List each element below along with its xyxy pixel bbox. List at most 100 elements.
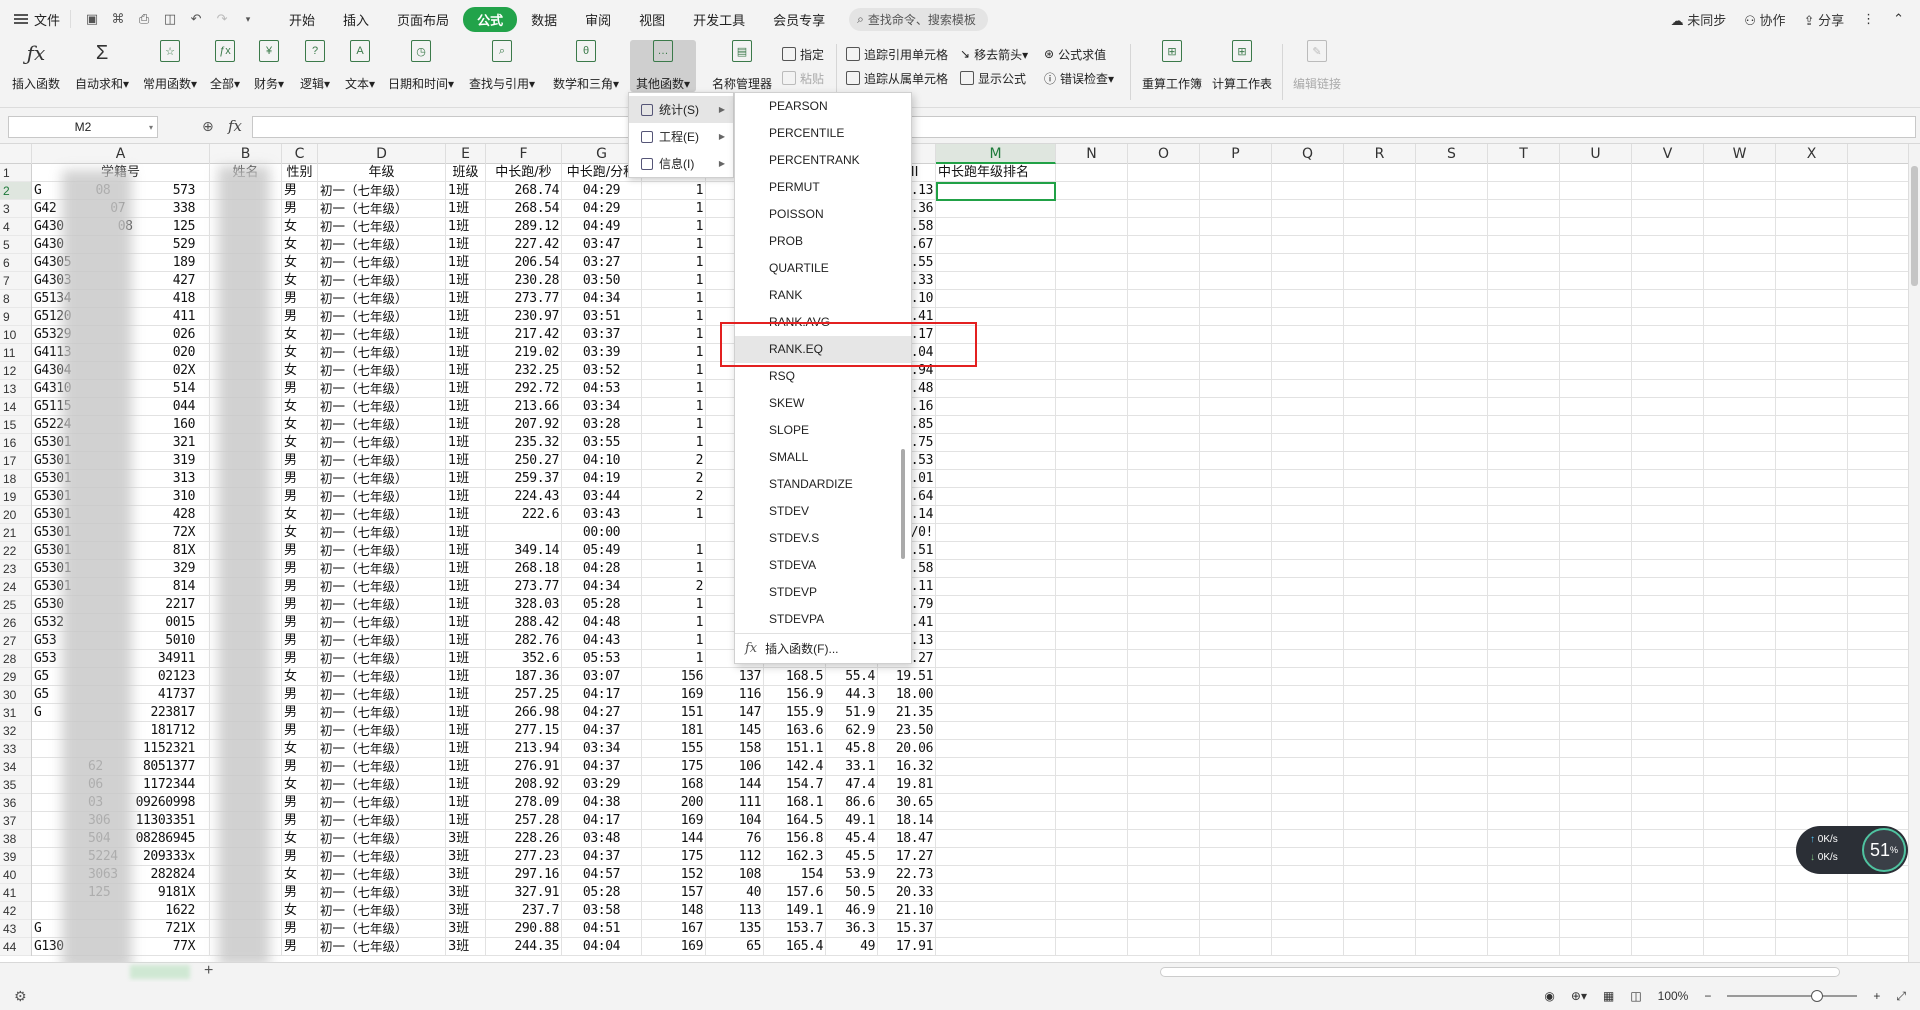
tab-7[interactable]: 开发工具 — [679, 7, 759, 32]
tab-3[interactable]: 公式 — [463, 6, 518, 32]
function-item-stdev-s[interactable]: STDEV.S — [735, 525, 911, 552]
cell-V5[interactable] — [1632, 236, 1704, 254]
cell-W37[interactable] — [1704, 812, 1776, 830]
cell-J33[interactable]: 151.1 — [764, 740, 826, 758]
cell-D19[interactable]: 初一（七年级） — [318, 488, 446, 506]
cell-W26[interactable] — [1704, 614, 1776, 632]
cell-O30[interactable] — [1128, 686, 1200, 704]
cell-N10[interactable] — [1056, 326, 1128, 344]
center-icon[interactable]: ⊕▾ — [1571, 989, 1587, 1003]
cell-C21[interactable]: 女 — [282, 524, 318, 542]
cell-X34[interactable] — [1776, 758, 1848, 776]
cell-O4[interactable] — [1128, 218, 1200, 236]
cell-V9[interactable] — [1632, 308, 1704, 326]
cell-M7[interactable] — [936, 272, 1056, 290]
cell-Q8[interactable] — [1272, 290, 1344, 308]
cell-N15[interactable] — [1056, 416, 1128, 434]
cell-U18[interactable] — [1560, 470, 1632, 488]
function-item-stdevpa[interactable]: STDEVPA — [735, 606, 911, 633]
cell-I37[interactable]: 104 — [706, 812, 764, 830]
cell-U29[interactable] — [1560, 668, 1632, 686]
cell-I38[interactable]: 76 — [706, 830, 764, 848]
cell-M33[interactable] — [936, 740, 1056, 758]
cell-H39[interactable]: 175 — [642, 848, 706, 866]
cell-H7[interactable]: 1 — [642, 272, 706, 290]
cell-V25[interactable] — [1632, 596, 1704, 614]
cell-X44[interactable] — [1776, 938, 1848, 956]
cell-G5[interactable]: 03:47 — [562, 236, 642, 254]
cell-R31[interactable] — [1344, 704, 1416, 722]
cell-X13[interactable] — [1776, 380, 1848, 398]
column-header-M[interactable]: M — [936, 144, 1056, 164]
cell-W13[interactable] — [1704, 380, 1776, 398]
cell-L38[interactable]: 18.47 — [878, 830, 936, 848]
cell-H34[interactable]: 175 — [642, 758, 706, 776]
cell-Q21[interactable] — [1272, 524, 1344, 542]
row-header[interactable]: 36 — [0, 794, 31, 812]
cell-S21[interactable] — [1416, 524, 1488, 542]
cell-G8[interactable]: 04:34 — [562, 290, 642, 308]
column-header-D[interactable]: D — [318, 144, 446, 164]
cell-P8[interactable] — [1200, 290, 1272, 308]
cell-L29[interactable]: 19.51 — [878, 668, 936, 686]
cell-V32[interactable] — [1632, 722, 1704, 740]
cell-G6[interactable]: 03:27 — [562, 254, 642, 272]
cell-F18[interactable]: 259.37 — [486, 470, 562, 488]
cell-S41[interactable] — [1416, 884, 1488, 902]
cell-L35[interactable]: 19.81 — [878, 776, 936, 794]
cell-U38[interactable] — [1560, 830, 1632, 848]
cell-F16[interactable]: 235.32 — [486, 434, 562, 452]
cell-C17[interactable]: 男 — [282, 452, 318, 470]
cell-V27[interactable] — [1632, 632, 1704, 650]
cell-G33[interactable]: 03:34 — [562, 740, 642, 758]
cell-H44[interactable]: 169 — [642, 938, 706, 956]
cell-U11[interactable] — [1560, 344, 1632, 362]
row-header[interactable]: 19 — [0, 488, 31, 506]
cell-W28[interactable] — [1704, 650, 1776, 668]
cell-V23[interactable] — [1632, 560, 1704, 578]
cell-J35[interactable]: 154.7 — [764, 776, 826, 794]
cell-G42[interactable]: 03:58 — [562, 902, 642, 920]
more-icon[interactable]: ⋮ — [1862, 11, 1875, 27]
cell-X42[interactable] — [1776, 902, 1848, 920]
cell-G18[interactable]: 04:19 — [562, 470, 642, 488]
chevron-down-icon[interactable]: ▾ — [239, 10, 257, 28]
cell-S6[interactable] — [1416, 254, 1488, 272]
function-item-slope[interactable]: SLOPE — [735, 417, 911, 444]
column-header-A[interactable]: A — [32, 144, 210, 164]
cell-W10[interactable] — [1704, 326, 1776, 344]
ribbon-button-3[interactable]: ƒx 全部▾ — [206, 40, 244, 92]
cell-X8[interactable] — [1776, 290, 1848, 308]
cell-R32[interactable] — [1344, 722, 1416, 740]
cell-Q44[interactable] — [1272, 938, 1344, 956]
cell-P21[interactable] — [1200, 524, 1272, 542]
cell-F42[interactable]: 237.7 — [486, 902, 562, 920]
cell-S4[interactable] — [1416, 218, 1488, 236]
cell-U39[interactable] — [1560, 848, 1632, 866]
cell-T11[interactable] — [1488, 344, 1560, 362]
cell-C14[interactable]: 女 — [282, 398, 318, 416]
row-header[interactable]: 33 — [0, 740, 31, 758]
cell-X4[interactable] — [1776, 218, 1848, 236]
cell-E16[interactable]: 1班 — [446, 434, 486, 452]
cell-V35[interactable] — [1632, 776, 1704, 794]
cell-C35[interactable]: 女 — [282, 776, 318, 794]
show-formula-button[interactable]: 显示公式 — [960, 68, 1026, 88]
cell-U23[interactable] — [1560, 560, 1632, 578]
cell-R19[interactable] — [1344, 488, 1416, 506]
cell-L30[interactable]: 18.00 — [878, 686, 936, 704]
function-item-rank[interactable]: RANK — [735, 282, 911, 309]
cell-F23[interactable]: 268.18 — [486, 560, 562, 578]
cell-W3[interactable] — [1704, 200, 1776, 218]
cell-W5[interactable] — [1704, 236, 1776, 254]
cell-V38[interactable] — [1632, 830, 1704, 848]
cell-H12[interactable]: 1 — [642, 362, 706, 380]
cell-R7[interactable] — [1344, 272, 1416, 290]
submenu-item-1[interactable]: 工程(E) ▶ — [629, 123, 733, 150]
cell-H38[interactable]: 144 — [642, 830, 706, 848]
cell-E25[interactable]: 1班 — [446, 596, 486, 614]
cell-S34[interactable] — [1416, 758, 1488, 776]
cell-G7[interactable]: 03:50 — [562, 272, 642, 290]
tab-2[interactable]: 页面布局 — [383, 7, 463, 32]
cell-O27[interactable] — [1128, 632, 1200, 650]
